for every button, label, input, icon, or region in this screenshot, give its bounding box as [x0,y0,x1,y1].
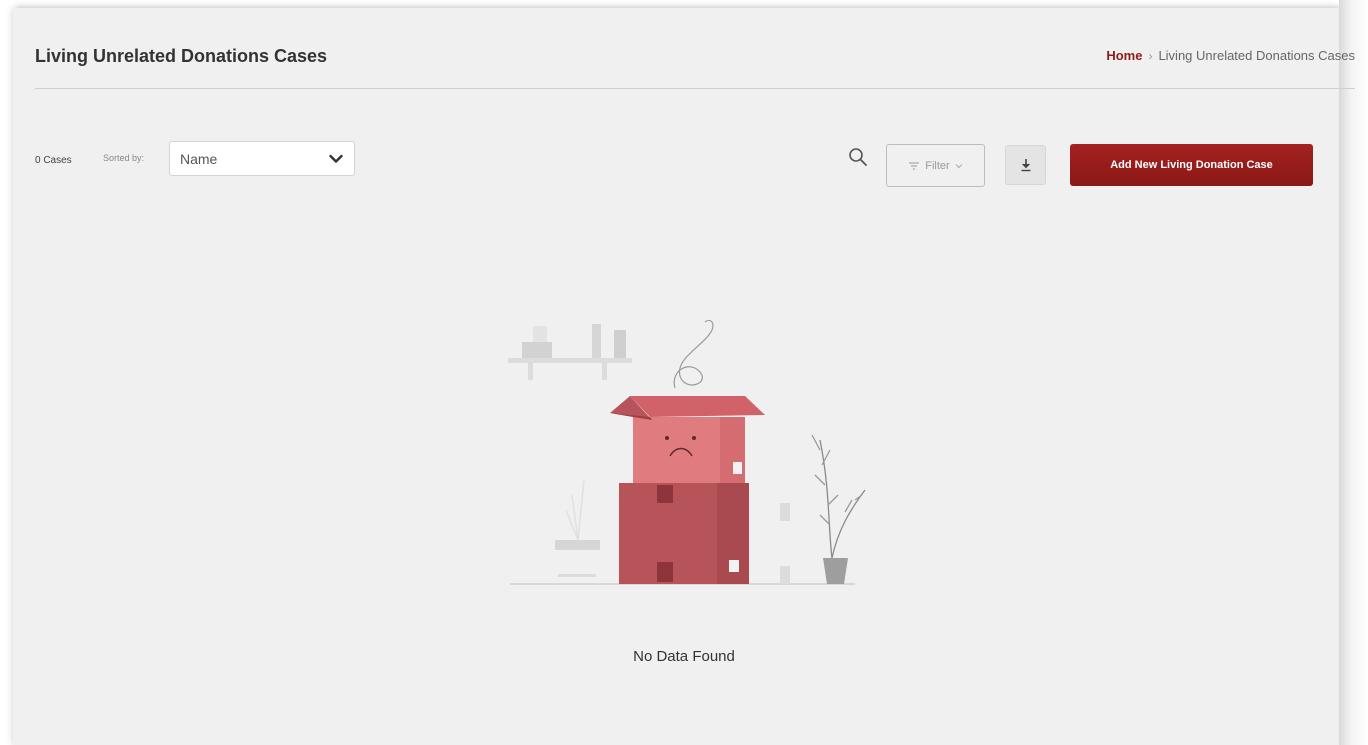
search-icon[interactable] [847,146,869,168]
download-button[interactable] [1005,145,1046,185]
page-header: Living Unrelated Donations Cases Home › … [35,42,1355,89]
breadcrumb-separator-icon: › [1148,48,1153,63]
sorted-by-label: Sorted by: [103,153,145,163]
breadcrumb: Home › Living Unrelated Donations Cases [1106,48,1355,63]
chevron-down-icon [955,163,963,168]
breadcrumb-current: Living Unrelated Donations Cases [1158,48,1355,63]
case-count: 0 Cases [35,155,72,166]
sort-select-value: Name [180,150,218,167]
filter-label: Filter [925,159,950,172]
toolbar: 0 Cases Sorted by: Name Filter Add New L… [35,140,1355,187]
empty-state-message: No Data Found [633,648,735,665]
scrollbar[interactable] [1339,0,1368,745]
filter-button[interactable]: Filter [886,144,985,187]
add-new-case-button[interactable]: Add New Living Donation Case [1070,144,1313,186]
chevron-down-icon [329,154,343,163]
empty-box-illustration [508,319,866,585]
page-title: Living Unrelated Donations Cases [35,46,328,66]
sort-select[interactable]: Name [169,141,355,176]
download-icon [1021,159,1030,172]
breadcrumb-home-link[interactable]: Home [1106,48,1142,63]
filter-icon [909,162,920,169]
